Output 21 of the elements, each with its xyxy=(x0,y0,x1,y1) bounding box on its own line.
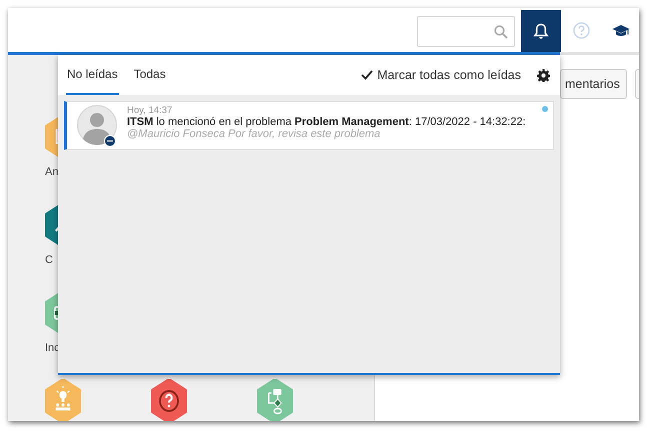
graduation-cap-icon[interactable] xyxy=(612,24,630,38)
tile-label: An xyxy=(45,166,58,178)
notification-comment: @Mauricio Fonseca Por favor, revisa este problema xyxy=(127,128,382,140)
tile-label: C xyxy=(45,254,53,266)
search-field[interactable] xyxy=(417,16,515,47)
filter-tab[interactable]: No leídas xyxy=(66,55,119,95)
comments-button[interactable]: mentarios xyxy=(560,69,627,99)
mark-all-read-button[interactable]: Marcar todas como leídas xyxy=(361,68,521,82)
flowchart-tile-icon[interactable] xyxy=(257,379,293,421)
avatar-icon xyxy=(77,105,117,149)
notification-message: ITSM lo mencionó en el problema Problem Management: 17/03/2022 - 14:32:22: xyxy=(127,116,526,128)
search-icon xyxy=(494,24,508,38)
bell-icon xyxy=(533,22,549,40)
question-tile-icon[interactable] xyxy=(151,379,187,421)
check-icon xyxy=(361,70,374,80)
notification-card[interactable]: Hoy, 14:37 ITSM lo mencionó en el problema Problem Management: 17/03/2022 - 14:32:22: @Mauricio Fonseca Por favor, revisa este problema xyxy=(64,101,554,150)
notification-time: Hoy, 14:37 xyxy=(127,105,174,116)
notifications-button[interactable] xyxy=(521,10,561,52)
settings-icon[interactable] xyxy=(537,68,550,82)
filter-tab[interactable]: Todas xyxy=(132,55,167,95)
lightbulb-tile-icon[interactable] xyxy=(45,379,81,421)
